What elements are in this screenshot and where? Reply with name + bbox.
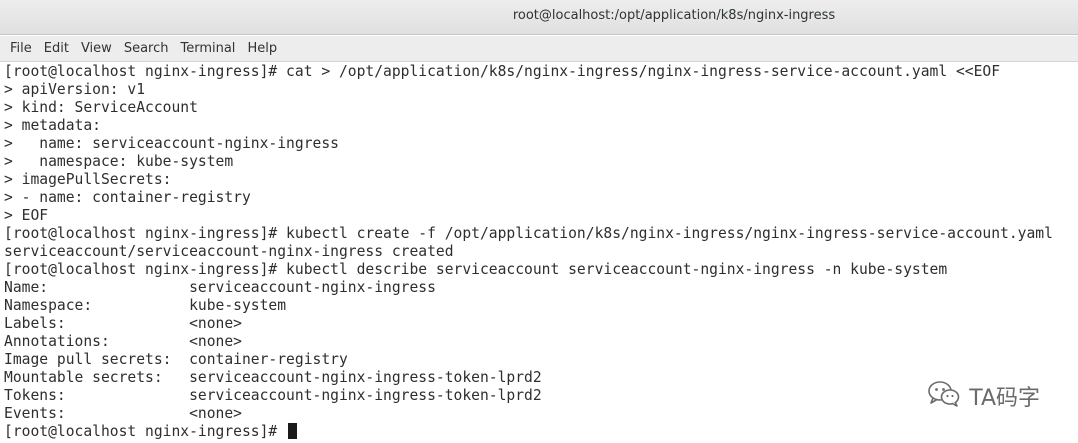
text-cursor <box>288 423 298 439</box>
terminal-line: Events: <none> <box>4 405 242 422</box>
shell-prompt: [root@localhost nginx-ingress]# <box>4 423 287 440</box>
terminal-line: serviceaccount/serviceaccount-nginx-ingr… <box>4 243 454 260</box>
menu-bar: File Edit View Search Terminal Help <box>0 36 1078 62</box>
menu-search[interactable]: Search <box>118 41 175 56</box>
terminal-line: Namespace: kube-system <box>4 297 287 314</box>
menu-view[interactable]: View <box>75 41 118 56</box>
terminal-line: Labels: <none> <box>4 315 242 332</box>
terminal-line: > - name: container-registry <box>4 189 251 206</box>
terminal-line: > EOF <box>4 207 49 224</box>
terminal-line: [root@localhost nginx-ingress]# cat > /o… <box>4 63 1001 80</box>
title-bar[interactable]: root@localhost:/opt/application/k8s/ngin… <box>0 0 1078 35</box>
terminal-line: Tokens: serviceaccount-nginx-ingress-tok… <box>4 387 542 404</box>
terminal-line: Annotations: <none> <box>4 333 242 350</box>
watermark-text: TA码字 <box>969 386 1040 411</box>
terminal-line: [root@localhost nginx-ingress]# kubectl … <box>4 225 1053 242</box>
terminal-line: Image pull secrets: container-registry <box>4 351 348 368</box>
terminal-line: Mountable secrets: serviceaccount-nginx-… <box>4 369 542 386</box>
menu-help[interactable]: Help <box>241 41 283 56</box>
terminal-line: > metadata: <box>4 117 101 134</box>
menu-file[interactable]: File <box>4 41 38 56</box>
menu-terminal[interactable]: Terminal <box>174 41 241 56</box>
prompt-line[interactable]: [root@localhost nginx-ingress]# <box>4 423 1076 441</box>
terminal-line: [root@localhost nginx-ingress]# kubectl … <box>4 261 948 278</box>
watermark: TA码字 <box>923 380 1044 412</box>
terminal-line: > namespace: kube-system <box>4 153 234 170</box>
menu-edit[interactable]: Edit <box>38 41 75 56</box>
terminal-line: > name: serviceaccount-nginx-ingress <box>4 135 339 152</box>
terminal-line: > kind: ServiceAccount <box>4 99 198 116</box>
wechat-icon <box>927 380 961 412</box>
terminal-line: > imagePullSecrets: <box>4 171 172 188</box>
window-title: root@localhost:/opt/application/k8s/ngin… <box>512 8 836 23</box>
terminal-window: root@localhost:/opt/application/k8s/ngin… <box>0 0 1078 443</box>
terminal-line: > apiVersion: v1 <box>4 81 146 98</box>
terminal-line: Name: serviceaccount-nginx-ingress <box>4 279 436 296</box>
terminal-output[interactable]: [root@localhost nginx-ingress]# cat > /o… <box>4 63 1076 441</box>
